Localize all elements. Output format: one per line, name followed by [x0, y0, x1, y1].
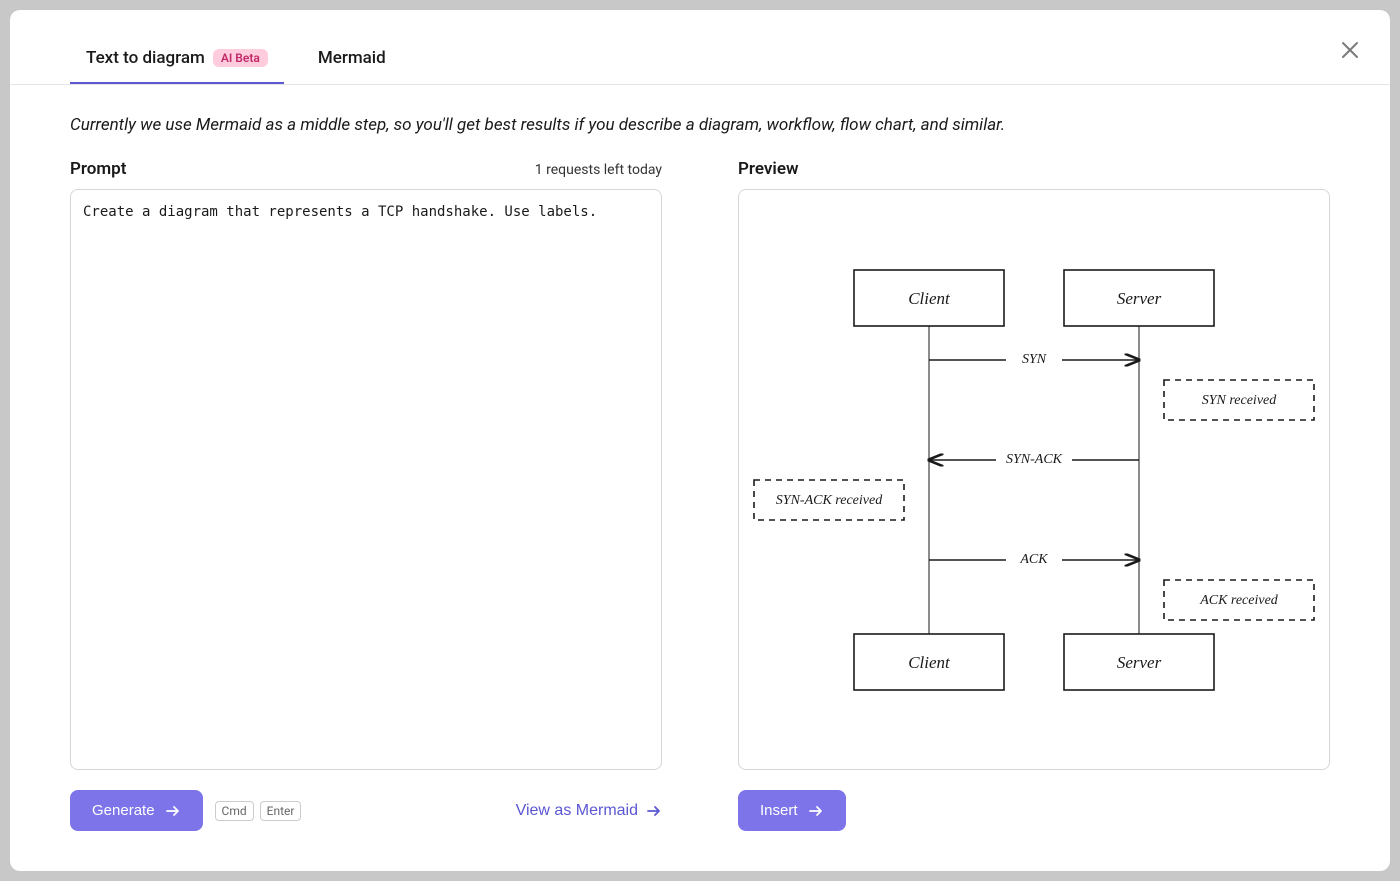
requests-left-text: 1 requests left today — [535, 162, 662, 178]
generate-label: Generate — [92, 802, 155, 819]
diagram-note3: ACK received — [1199, 593, 1279, 608]
tab-text-to-diagram[interactable]: Text to diagram AI Beta — [70, 34, 284, 84]
diagram-msg1: SYN — [1022, 352, 1047, 367]
insert-label: Insert — [760, 802, 798, 819]
diagram-note1: SYN received — [1202, 393, 1278, 408]
prompt-label: Prompt — [70, 159, 126, 179]
diagram-preview: Client Server SYN SYN received — [744, 250, 1324, 710]
arrow-right-icon — [808, 803, 824, 819]
preview-column: Preview Client Server — [738, 159, 1330, 770]
tab-mermaid[interactable]: Mermaid — [302, 34, 402, 84]
tabs: Text to diagram AI Beta Mermaid — [10, 10, 1390, 85]
kbd-enter: Enter — [260, 801, 302, 821]
tab-label: Mermaid — [318, 48, 386, 68]
content-row: Prompt 1 requests left today Preview — [10, 159, 1390, 770]
info-text: Currently we use Mermaid as a middle ste… — [10, 85, 1390, 159]
prompt-column: Prompt 1 requests left today — [70, 159, 662, 770]
arrow-right-icon — [165, 803, 181, 819]
prompt-input[interactable] — [70, 189, 662, 770]
close-button[interactable] — [1338, 38, 1362, 62]
text-to-diagram-modal: Text to diagram AI Beta Mermaid Currentl… — [10, 10, 1390, 871]
diagram-server-top: Server — [1117, 288, 1162, 307]
view-as-mermaid-link[interactable]: View as Mermaid — [516, 802, 662, 820]
diagram-server-bottom: Server — [1117, 652, 1162, 671]
preview-box: Client Server SYN SYN received — [738, 189, 1330, 770]
kbd-shortcut: Cmd Enter — [215, 801, 302, 821]
diagram-msg3: ACK — [1019, 552, 1048, 567]
view-mermaid-label: View as Mermaid — [516, 802, 638, 820]
generate-button[interactable]: Generate — [70, 790, 203, 831]
arrow-right-icon — [646, 803, 662, 819]
close-icon — [1341, 41, 1359, 59]
ai-beta-badge: AI Beta — [213, 49, 268, 67]
diagram-client-bottom: Client — [908, 652, 951, 671]
bottom-row: Generate Cmd Enter View as Mermaid Inser… — [10, 770, 1390, 871]
kbd-cmd: Cmd — [215, 801, 254, 821]
diagram-client-top: Client — [908, 288, 951, 307]
tab-label: Text to diagram — [86, 48, 205, 68]
diagram-msg2: SYN-ACK — [1006, 452, 1063, 467]
insert-button[interactable]: Insert — [738, 790, 846, 831]
preview-label: Preview — [738, 159, 799, 179]
diagram-note2: SYN-ACK received — [776, 493, 883, 508]
